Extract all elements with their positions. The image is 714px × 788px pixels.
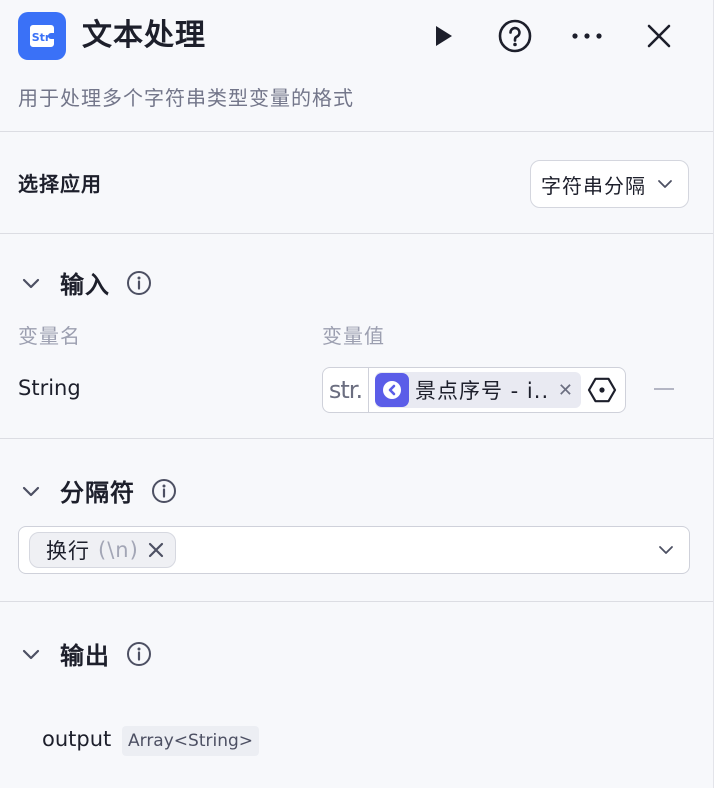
reference-label: 景点序号 - i.. bbox=[415, 379, 550, 403]
app-select-section: 选择应用 字符串分隔 bbox=[0, 132, 713, 234]
separator-section-header: 分隔符 bbox=[18, 473, 177, 508]
panel-header: Str 文本处理 用于处理多个字符串类型变量的格式 bbox=[0, 0, 713, 132]
output-type-badge: Array<String> bbox=[122, 726, 260, 756]
variable-type-tag: str. bbox=[323, 368, 369, 412]
page-description: 用于处理多个字符串类型变量的格式 bbox=[18, 86, 354, 110]
output-variable-name: output bbox=[42, 727, 112, 751]
remove-reference-icon[interactable]: ✕ bbox=[558, 380, 573, 401]
variable-value-field[interactable]: str. 景点序号 - i.. ✕ bbox=[322, 367, 626, 413]
help-button[interactable] bbox=[495, 16, 535, 56]
column-header-name: 变量名 bbox=[18, 324, 81, 348]
column-header-value: 变量值 bbox=[322, 324, 385, 348]
input-section: 输入 变量名 变量值 String str. 景点序号 - i.. ✕ bbox=[0, 234, 713, 439]
info-icon[interactable] bbox=[126, 270, 152, 296]
input-section-title: 输入 bbox=[60, 271, 110, 299]
play-icon bbox=[436, 26, 452, 46]
app-select-value: 字符串分隔 bbox=[541, 173, 646, 198]
chevron-down-icon bbox=[659, 546, 673, 554]
app-select-label: 选择应用 bbox=[18, 172, 102, 196]
input-section-header: 输入 bbox=[18, 265, 152, 300]
close-button[interactable] bbox=[639, 16, 679, 56]
variable-name: String bbox=[18, 376, 81, 400]
reference-chip[interactable]: 景点序号 - i.. ✕ bbox=[375, 372, 581, 408]
chevron-down-icon bbox=[658, 180, 672, 188]
header-actions bbox=[423, 16, 679, 56]
output-section: 输出 output Array<String> bbox=[0, 602, 713, 787]
more-button[interactable] bbox=[567, 16, 607, 56]
chevron-down-icon bbox=[22, 649, 40, 659]
string-node-icon: Str bbox=[18, 12, 66, 60]
info-icon[interactable] bbox=[151, 478, 177, 504]
info-icon[interactable] bbox=[126, 641, 152, 667]
reference-node-icon bbox=[375, 373, 409, 407]
close-icon bbox=[647, 24, 671, 48]
input-collapse-toggle[interactable] bbox=[18, 270, 44, 296]
chevron-down-icon bbox=[22, 486, 40, 496]
output-section-title: 输出 bbox=[60, 642, 110, 670]
app-select-dropdown[interactable]: 字符串分隔 bbox=[530, 160, 689, 208]
variable-settings-icon[interactable] bbox=[587, 375, 617, 405]
text-processing-panel: Str 文本处理 用于处理多个字符串类型变量的格式 选择应用 字符串分隔 输入 … bbox=[0, 0, 714, 788]
output-section-header: 输出 bbox=[18, 636, 152, 671]
separator-tag-sub: (\n) bbox=[98, 538, 139, 562]
output-collapse-toggle[interactable] bbox=[18, 641, 44, 667]
svg-text:Str: Str bbox=[32, 31, 51, 44]
more-icon bbox=[572, 33, 602, 39]
page-title: 文本处理 bbox=[82, 18, 206, 53]
separator-section-title: 分隔符 bbox=[60, 479, 135, 507]
separator-select[interactable]: 换行 (\n) bbox=[18, 526, 690, 574]
remove-tag-icon[interactable] bbox=[147, 541, 165, 559]
help-icon bbox=[498, 19, 532, 53]
separator-tag: 换行 (\n) bbox=[29, 532, 176, 568]
run-button[interactable] bbox=[423, 16, 463, 56]
separator-section: 分隔符 换行 (\n) bbox=[0, 439, 713, 602]
chevron-down-icon bbox=[22, 278, 40, 288]
separator-tag-label: 换行 bbox=[46, 539, 90, 563]
separator-collapse-toggle[interactable] bbox=[18, 478, 44, 504]
remove-variable-button[interactable] bbox=[654, 388, 674, 390]
